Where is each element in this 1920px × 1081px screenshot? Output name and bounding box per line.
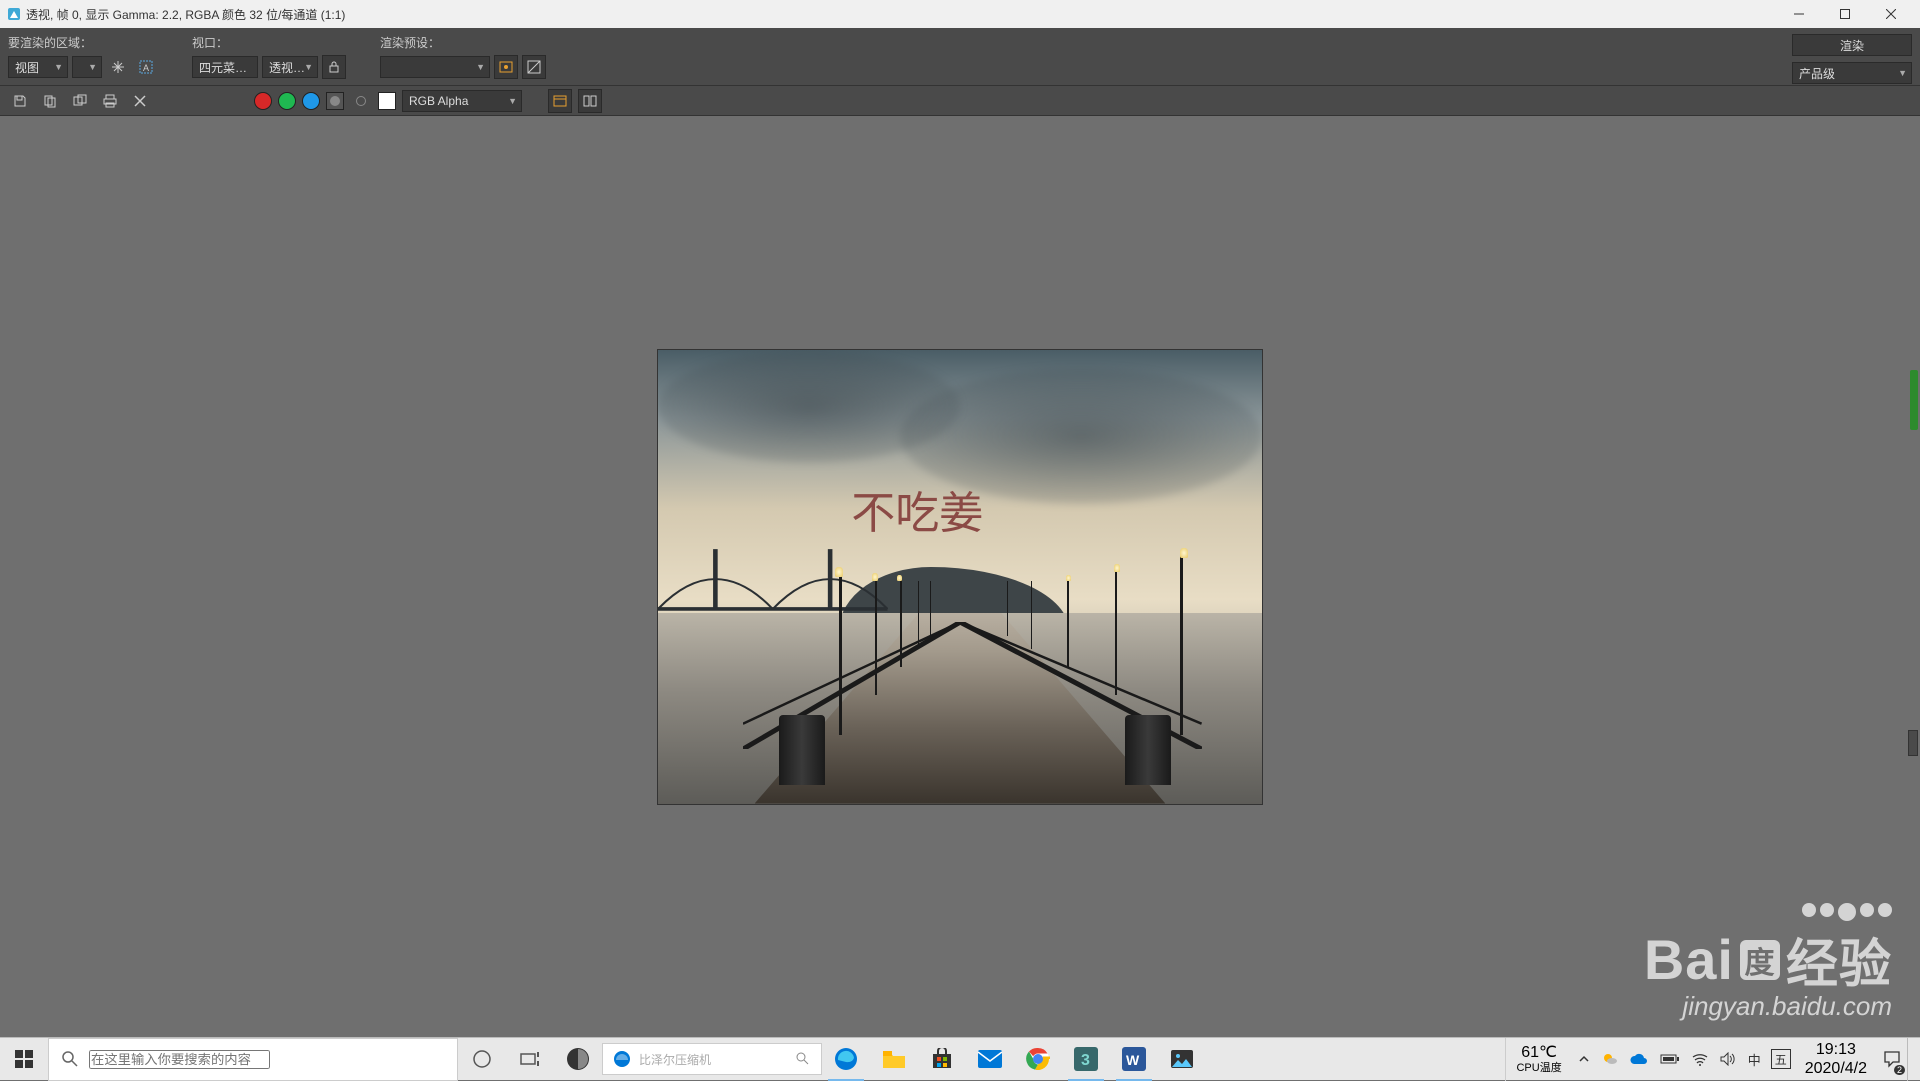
taskbar-photos[interactable]: [1158, 1038, 1206, 1081]
taskbar-app-1[interactable]: [554, 1038, 602, 1081]
alpha-channel-toggle[interactable]: [326, 92, 344, 110]
lock-viewport-icon[interactable]: [322, 55, 346, 79]
ime-indicator-2[interactable]: 五: [1771, 1049, 1791, 1069]
red-channel-toggle[interactable]: [254, 92, 272, 110]
taskbar: 比泽尔压缩机 3 W 61℃ CPU温度 中 五 19:13 2020/4/2 …: [0, 1037, 1920, 1080]
tray-weather-icon[interactable]: [1596, 1038, 1624, 1081]
mono-channel-toggle[interactable]: [356, 96, 366, 106]
ime-indicator-1[interactable]: 中: [1742, 1038, 1767, 1081]
white-swatch[interactable]: [378, 92, 396, 110]
taskbar-store[interactable]: [918, 1038, 966, 1081]
render-setup-icon[interactable]: [494, 55, 518, 79]
viewport-group: 视口： 四元菜… 透视…▼: [192, 34, 346, 79]
image-overlay-text: 不吃姜: [851, 477, 983, 541]
scroll-indicator[interactable]: [1910, 370, 1918, 430]
search-icon: [61, 1050, 79, 1068]
tray-volume-icon[interactable]: [1714, 1038, 1742, 1081]
tray-onedrive-icon[interactable]: [1624, 1038, 1654, 1081]
cpu-temp[interactable]: 61℃ CPU温度: [1505, 1038, 1571, 1081]
blue-channel-toggle[interactable]: [302, 92, 320, 110]
toolbar-row-1: 要渲染的区域： 视图▼ ▼ A 视口： 四元菜… 透视…▼ 渲染预设： ▼ 渲染…: [0, 28, 1920, 86]
channel-dropdown[interactable]: RGB Alpha▼: [402, 90, 522, 112]
window-controls: [1776, 0, 1914, 28]
region-group: 要渲染的区域： 视图▼ ▼ A: [8, 34, 158, 79]
taskbar-3dsmax[interactable]: 3: [1062, 1038, 1110, 1081]
watermark-brand: 经验: [1786, 922, 1892, 997]
titlebar: 透视, 帧 0, 显示 Gamma: 2.2, RGBA 颜色 32 位/每通道…: [0, 0, 1920, 28]
rendered-image: 不吃姜: [657, 349, 1263, 805]
toolbar-row-2: RGB Alpha▼: [0, 86, 1920, 116]
scroll-handle[interactable]: [1908, 730, 1918, 756]
action-center-icon[interactable]: 2: [1877, 1038, 1907, 1081]
clock-time: 19:13: [1816, 1040, 1856, 1059]
viewport-dropdown-1[interactable]: 四元菜…: [192, 56, 258, 78]
taskbar-edge[interactable]: [822, 1038, 870, 1081]
paw-icon: [1802, 903, 1892, 921]
maximize-button[interactable]: [1822, 0, 1868, 28]
frame-buffer-icon[interactable]: [548, 89, 572, 113]
compare-icon[interactable]: [578, 89, 602, 113]
minimize-button[interactable]: [1776, 0, 1822, 28]
preset-dropdown[interactable]: ▼: [380, 56, 490, 78]
print-icon[interactable]: [98, 89, 122, 113]
region-label: 要渲染的区域：: [8, 34, 158, 51]
search-icon: [795, 1051, 811, 1067]
copy-icon[interactable]: [38, 89, 62, 113]
app-icon: [6, 6, 22, 22]
region-dropdown[interactable]: 视图▼: [8, 56, 68, 78]
tray-battery-icon[interactable]: [1654, 1038, 1686, 1081]
tray-chevron-icon[interactable]: [1572, 1038, 1596, 1081]
watermark: Bai度经验 jingyan.baidu.com: [1644, 903, 1892, 1022]
viewport: 不吃姜: [0, 116, 1920, 1037]
browser-taskbar-preview[interactable]: 比泽尔压缩机: [602, 1043, 822, 1075]
right-controls: 渲染 产品级▼: [1792, 34, 1912, 84]
tray-wifi-icon[interactable]: [1686, 1038, 1714, 1081]
preset-group: 渲染预设： ▼: [380, 34, 546, 79]
start-button[interactable]: [0, 1038, 48, 1081]
quality-dropdown[interactable]: 产品级▼: [1792, 62, 1912, 84]
close-button[interactable]: [1868, 0, 1914, 28]
svg-text:A: A: [143, 63, 149, 73]
viewport-dropdown-2[interactable]: 透视…▼: [262, 56, 318, 78]
system-tray: 61℃ CPU温度 中 五 19:13 2020/4/2 2: [1505, 1038, 1920, 1081]
viewport-label: 视口：: [192, 34, 346, 51]
temp-value: 61℃: [1521, 1044, 1557, 1062]
show-desktop-button[interactable]: [1907, 1038, 1920, 1081]
browser-tab-text: 比泽尔压缩机: [639, 1051, 711, 1068]
edge-icon: [613, 1050, 631, 1068]
search-box[interactable]: [48, 1038, 458, 1081]
svg-text:3: 3: [1081, 1052, 1090, 1069]
auto-region-icon[interactable]: A: [134, 55, 158, 79]
clone-icon[interactable]: [68, 89, 92, 113]
clock-date: 2020/4/2: [1805, 1059, 1867, 1078]
environment-icon[interactable]: [522, 55, 546, 79]
watermark-url: jingyan.baidu.com: [1644, 991, 1892, 1022]
green-channel-toggle[interactable]: [278, 92, 296, 110]
render-button[interactable]: 渲染: [1792, 34, 1912, 56]
pan-icon[interactable]: [106, 55, 130, 79]
taskbar-word[interactable]: W: [1110, 1038, 1158, 1081]
cortana-button[interactable]: [458, 1038, 506, 1081]
window-title: 透视, 帧 0, 显示 Gamma: 2.2, RGBA 颜色 32 位/每通道…: [26, 6, 1776, 23]
clock[interactable]: 19:13 2020/4/2: [1795, 1038, 1877, 1081]
task-view-button[interactable]: [506, 1038, 554, 1081]
clear-icon[interactable]: [128, 89, 152, 113]
preset-label: 渲染预设：: [380, 34, 546, 51]
taskbar-mail[interactable]: [966, 1038, 1014, 1081]
region-aux-dropdown[interactable]: ▼: [72, 56, 102, 78]
taskbar-explorer[interactable]: [870, 1038, 918, 1081]
temp-label: CPU温度: [1516, 1062, 1561, 1074]
search-input[interactable]: [89, 1050, 270, 1069]
svg-text:W: W: [1126, 1052, 1140, 1068]
taskbar-chrome[interactable]: [1014, 1038, 1062, 1081]
save-icon[interactable]: [8, 89, 32, 113]
